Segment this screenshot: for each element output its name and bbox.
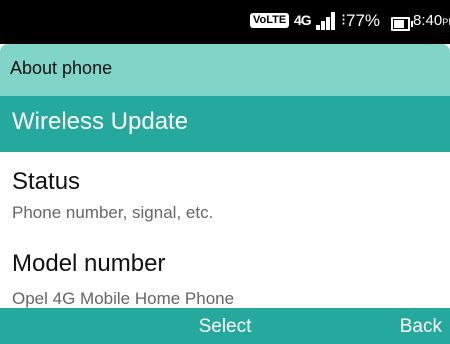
network-type: 4G bbox=[294, 12, 312, 28]
list-item-wireless-update[interactable]: Wireless Update bbox=[0, 96, 450, 152]
list-item-title: Model number bbox=[12, 250, 166, 277]
list-item-status[interactable]: Status Phone number, signal, etc. bbox=[0, 152, 450, 232]
battery-icon bbox=[391, 17, 413, 31]
clock: 8:40PM bbox=[413, 12, 450, 29]
list-item-subtitle: Phone number, signal, etc. bbox=[12, 203, 214, 222]
back-softkey[interactable]: Back bbox=[400, 316, 442, 338]
page-title: About phone bbox=[10, 58, 113, 78]
signal-icon bbox=[316, 12, 338, 30]
settings-list: Wireless Update Status Phone number, sig… bbox=[0, 96, 450, 308]
volte-badge: VoLTE bbox=[250, 13, 290, 28]
select-softkey[interactable]: Select bbox=[0, 316, 450, 338]
list-item-subtitle: Opel 4G Mobile Home Phone bbox=[12, 289, 235, 308]
list-item-model-number[interactable]: Model number Opel 4G Mobile Home Phone bbox=[0, 232, 450, 308]
list-item-title: Status bbox=[12, 168, 81, 195]
app-bar: About phone bbox=[0, 44, 450, 96]
battery-percent: 77% bbox=[346, 11, 381, 30]
status-bar: VoLTE 4G ⁝ 77% 8:40PM bbox=[0, 0, 450, 44]
softkey-bar: Select Back bbox=[0, 308, 450, 344]
list-item-title: Wireless Update bbox=[12, 108, 189, 135]
